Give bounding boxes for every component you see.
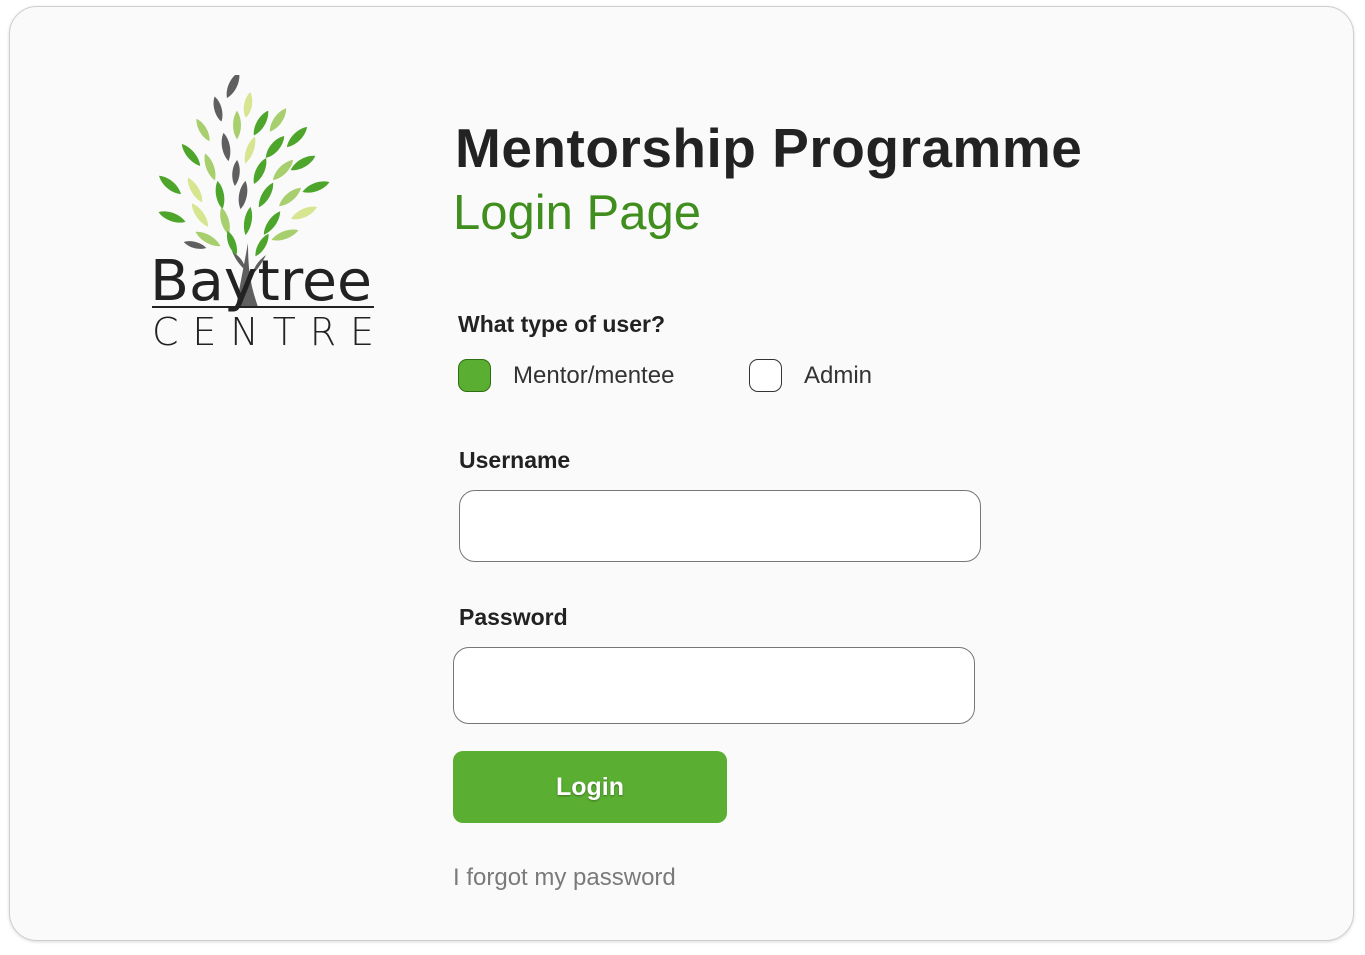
login-button[interactable]: Login bbox=[453, 751, 727, 823]
username-label: Username bbox=[459, 447, 571, 473]
user-type-option-admin[interactable]: Admin bbox=[749, 359, 872, 392]
forgot-password-link[interactable]: I forgot my password bbox=[453, 864, 676, 892]
tree-logo-icon: Baytree CENTRE bbox=[150, 75, 374, 354]
username-input[interactable] bbox=[459, 490, 981, 562]
user-type-option-mentor-mentee[interactable]: Mentor/mentee bbox=[458, 359, 674, 392]
page-subtitle: Login Page bbox=[453, 186, 701, 240]
logo-subword: CENTRE bbox=[152, 310, 374, 354]
user-type-label: What type of user? bbox=[458, 311, 666, 337]
mentor-mentee-checkbox[interactable] bbox=[458, 359, 491, 392]
password-label: Password bbox=[459, 604, 568, 630]
admin-checkbox[interactable] bbox=[749, 359, 782, 392]
logo-word: Baytree bbox=[150, 249, 372, 314]
admin-label: Admin bbox=[804, 361, 873, 389]
baytree-centre-logo: Baytree CENTRE bbox=[140, 75, 390, 355]
page-title: Mentorship Programme bbox=[455, 117, 1083, 179]
password-input[interactable] bbox=[453, 647, 975, 724]
mentor-mentee-label: Mentor/mentee bbox=[513, 361, 675, 389]
